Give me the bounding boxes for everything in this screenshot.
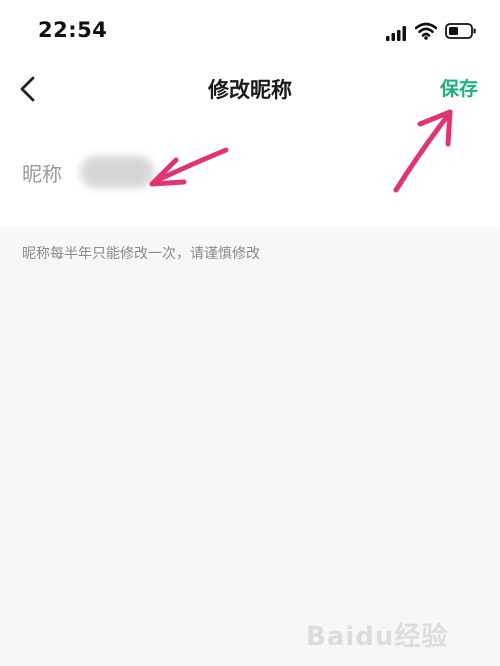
watermark: Baidu经验 [306, 606, 476, 652]
status-time: 22:54 [38, 18, 108, 42]
battery-icon [445, 23, 476, 39]
save-button[interactable]: 保存 [440, 74, 478, 101]
cellular-signal-icon [386, 26, 406, 41]
phone-screen: 22:54 修改昵称 保存 昵称 昵称每半年只能修改一次，请谨慎修改 Baidu… [0, 0, 500, 666]
blurred-nickname [80, 156, 154, 188]
nickname-change-hint: 昵称每半年只能修改一次，请谨慎修改 [22, 246, 260, 262]
wifi-icon [415, 22, 437, 40]
nickname-label: 昵称 [22, 162, 62, 186]
page-title: 修改昵称 [208, 78, 292, 102]
watermark-text: Baidu经验 [306, 622, 449, 652]
